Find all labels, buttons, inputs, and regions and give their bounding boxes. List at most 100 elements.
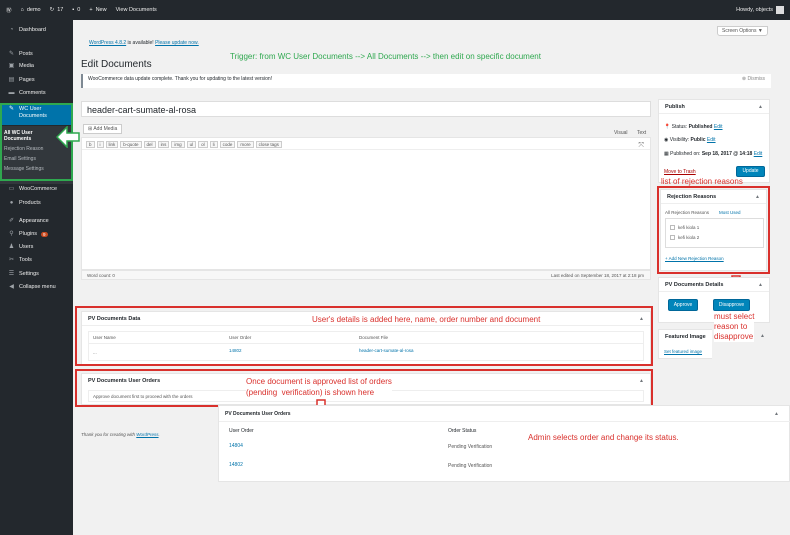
my-account-link[interactable]: Howdy, objects — [736, 6, 784, 14]
woocommerce-notice: WooCommerce data update complete. Thank … — [81, 74, 771, 88]
toolbar-link-button[interactable]: link — [105, 141, 119, 148]
tools-icon: ✂ — [8, 256, 15, 263]
toolbar-img-button[interactable]: img — [171, 141, 185, 148]
sidebar-item-collapse[interactable]: ◀ Collapse menu — [0, 281, 73, 293]
toolbar-close-tags-button[interactable]: close tags — [255, 141, 282, 148]
tab-visual[interactable]: Visual — [614, 130, 628, 136]
comments-link[interactable]: ▪ 0 — [72, 7, 80, 13]
word-count: Word count: 0 — [87, 273, 115, 278]
publish-date-row: ▦ Published on: Sep 18, 2017 @ 14:18 Edi… — [664, 151, 763, 157]
caret-up-icon[interactable]: ▲ — [774, 411, 779, 417]
disapprove-button[interactable]: Disapprove — [713, 299, 750, 311]
table-header: User Order — [229, 428, 254, 434]
editor-toolbar: b i link b-quote del ins img ul ol li code more clos… — [82, 138, 650, 150]
sidebar-item-woocommerce[interactable]: ▭ WooCommerce — [0, 183, 73, 195]
update-button[interactable]: Update — [736, 166, 765, 177]
table-header: Order Status — [448, 428, 477, 434]
sidebar-item-comments[interactable]: ▬ Comments — [0, 87, 73, 99]
order-link[interactable]: 14802 — [229, 462, 243, 468]
publish-box-title: Publish — [659, 100, 769, 114]
toolbar-code-button[interactable]: code — [219, 141, 236, 148]
caret-up-icon[interactable]: ▲ — [760, 333, 765, 339]
wordpress-logo-icon[interactable]: Ⓦ — [6, 6, 12, 14]
plus-icon: + — [89, 7, 93, 13]
media-icon: ▣ — [8, 62, 15, 69]
toolbar-more-button[interactable]: more — [237, 141, 254, 148]
admin-sidebar: ◔ Dashboard ✎ Posts ▣ Media ▤ Pages ▬ Comment… — [0, 20, 73, 535]
toolbar-ins-button[interactable]: ins — [157, 141, 170, 148]
footer-text: Thank you for creating with WordPress. — [81, 432, 160, 437]
order-status-select[interactable]: Pending Verification — [448, 444, 492, 450]
edit-visibility-link[interactable]: Edit — [707, 137, 716, 143]
sidebar-item-appearance[interactable]: ✐ Appearance — [0, 215, 73, 227]
comment-icon: ▬ — [8, 89, 15, 96]
sidebar-item-products[interactable]: ● Products — [0, 197, 73, 209]
site-name-link[interactable]: ⌂ demo — [21, 7, 41, 13]
wordpress-link[interactable]: WordPress — [136, 432, 158, 437]
toolbar-ol-button[interactable]: ol — [198, 141, 208, 148]
products-icon: ● — [9, 199, 14, 206]
plugin-icon: ⚲ — [9, 230, 14, 237]
refresh-icon: ↻ — [49, 7, 55, 13]
set-featured-image-link[interactable]: Set featured image — [664, 349, 702, 354]
woo-icon: ▭ — [8, 185, 15, 192]
view-documents-link[interactable]: View Documents — [116, 7, 157, 13]
add-media-button[interactable]: ⊞ Add Media — [83, 124, 123, 134]
tab-text[interactable]: Text — [637, 130, 646, 136]
order-link[interactable]: 14804 — [229, 443, 243, 449]
publish-visibility-row: ◉ Visibility: Public Edit — [664, 137, 716, 143]
plugins-update-badge: 9 — [41, 231, 48, 237]
collapse-icon: ◀ — [9, 283, 14, 290]
toolbar-li-button[interactable]: li — [209, 141, 218, 148]
wordpress-version-link[interactable]: WordPress 4.8.2 — [89, 40, 126, 46]
eye-icon: ◉ — [664, 137, 669, 143]
post-title-input[interactable]: header-cart-sumate-al-rosa — [81, 101, 651, 117]
toolbar-del-button[interactable]: del — [143, 141, 156, 148]
order-status-select[interactable]: Pending Verification — [448, 463, 492, 469]
settings-icon: ☰ — [8, 270, 15, 277]
dismiss-button[interactable]: ⊗ Dismiss — [742, 76, 765, 82]
sidebar-item-users[interactable]: ♟ Users — [0, 241, 73, 253]
edit-status-link[interactable]: Edit — [714, 124, 723, 130]
admin-bar: Ⓦ ⌂ demo ↻ 17 ▪ 0 + New View Documents Howdy… — [0, 0, 790, 20]
sidebar-item-tools[interactable]: ✂ Tools — [0, 254, 73, 266]
annotation-orders-shown: Once document is approved list of orders… — [246, 376, 392, 398]
avatar — [776, 6, 784, 14]
editor-status-bar: Word count: 0 Last edited on September 1… — [81, 270, 651, 280]
update-now-link[interactable]: Please update now. — [155, 40, 199, 46]
arrow-left-icon — [56, 126, 80, 148]
sidebar-item-pages[interactable]: ▤ Pages — [0, 74, 73, 86]
updates-link[interactable]: ↻ 17 — [50, 7, 64, 13]
new-content-link[interactable]: + New — [89, 7, 106, 13]
approve-button[interactable]: Approve — [668, 299, 698, 311]
move-to-trash-link[interactable]: Move to Trash — [664, 169, 696, 175]
annotation-admin-selects: Admin selects order and change its statu… — [528, 433, 679, 442]
caret-up-icon[interactable]: ▲ — [758, 104, 763, 110]
editor-area[interactable]: b i link b-quote del ins img ul ol li code more clos… — [81, 137, 651, 270]
sidebar-item-settings[interactable]: ☰ Settings — [0, 268, 73, 280]
last-edited: Last edited on September 18, 2017 at 2:1… — [551, 273, 644, 278]
annotation-rejection-list: list of rejection reasons — [661, 177, 743, 186]
highlight-rejection-box — [657, 186, 770, 274]
toolbar-ul-button[interactable]: ul — [186, 141, 197, 148]
sidebar-item-dashboard[interactable]: ◔ Dashboard — [0, 24, 73, 36]
caret-up-icon[interactable]: ▲ — [758, 282, 763, 288]
toolbar-italic-button[interactable]: i — [96, 141, 104, 148]
sidebar-item-media[interactable]: ▣ Media — [0, 60, 73, 72]
close-icon: ⊗ — [741, 76, 747, 82]
brush-icon: ✐ — [8, 217, 15, 224]
toolbar-bold-button[interactable]: b — [86, 141, 95, 148]
sidebar-item-posts[interactable]: ✎ Posts — [0, 48, 73, 60]
sidebar-item-plugins[interactable]: ⚲ Plugins 9 — [0, 228, 73, 240]
media-icon: ⊞ — [88, 126, 93, 132]
pv-details-title: PV Documents Details — [659, 278, 769, 292]
screen-options-button[interactable]: Screen Options ▼ — [717, 26, 768, 36]
toolbar-quote-button[interactable]: b-quote — [120, 141, 142, 148]
inset-title: PV Documents User Orders — [225, 411, 291, 417]
edit-date-link[interactable]: Edit — [754, 151, 763, 157]
update-nag: WordPress 4.8.2 is available! Please upd… — [89, 40, 199, 46]
page-title: Edit Documents — [81, 59, 152, 70]
users-icon: ♟ — [8, 243, 15, 250]
calendar-icon: ▦ — [664, 151, 669, 157]
fullscreen-icon[interactable]: ⤧ — [638, 142, 644, 150]
